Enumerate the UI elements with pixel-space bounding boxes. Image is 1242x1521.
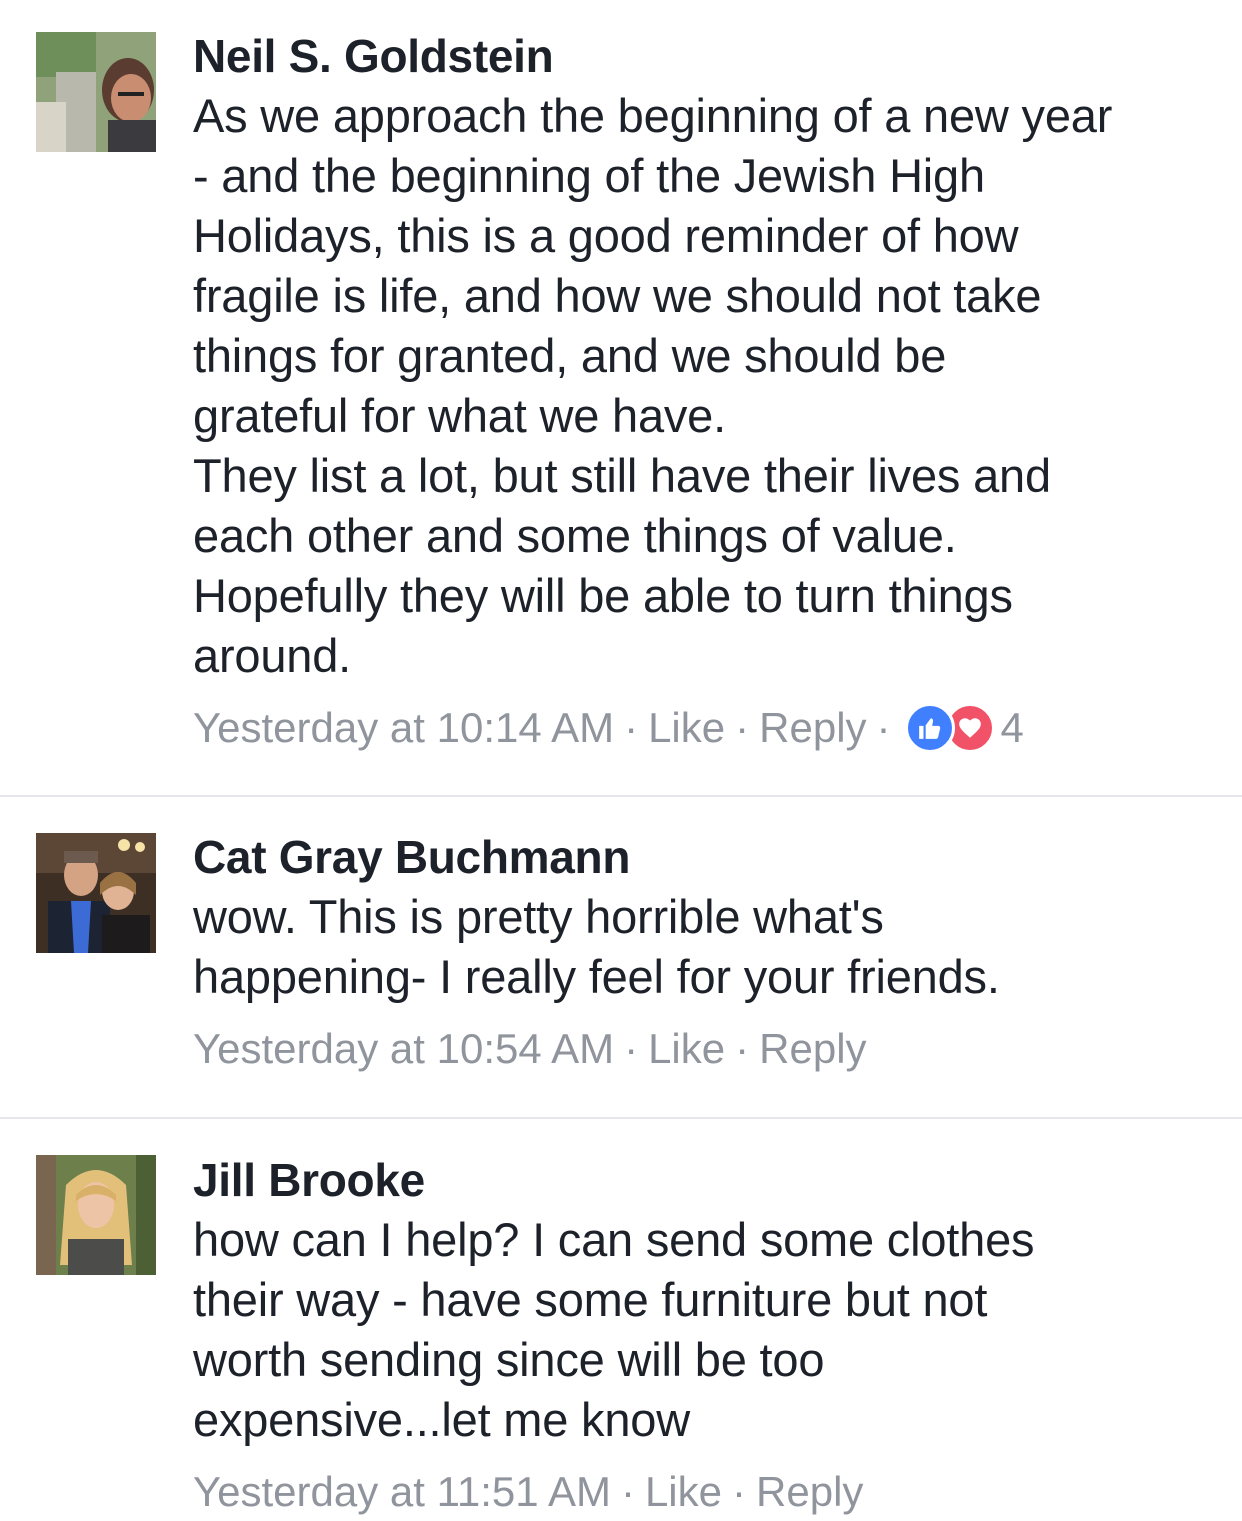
like-link[interactable]: Like bbox=[648, 700, 725, 756]
separator: · bbox=[624, 1025, 639, 1072]
avatar[interactable] bbox=[36, 32, 156, 152]
like-link[interactable]: Like bbox=[648, 1021, 725, 1077]
divider bbox=[0, 1117, 1242, 1119]
separator: · bbox=[620, 1468, 635, 1515]
avatar[interactable] bbox=[36, 833, 156, 953]
comment-text-line: happening- I really feel for your friend… bbox=[193, 950, 1000, 1003]
timestamp[interactable]: Yesterday at 10:54 AM bbox=[193, 1021, 614, 1077]
reaction-count: 4 bbox=[1000, 704, 1024, 751]
comment-text: wow. This is pretty horrible what's happ… bbox=[193, 887, 1223, 1007]
separator: · bbox=[735, 1025, 750, 1072]
comment-author[interactable]: Jill Brooke bbox=[193, 1150, 1223, 1210]
comment-text-line: their way - have some furniture but not bbox=[193, 1273, 988, 1326]
separator: · bbox=[735, 704, 750, 751]
comment-author[interactable]: Cat Gray Buchmann bbox=[193, 827, 1223, 887]
comment-text-line: As we approach the beginning of a new ye… bbox=[193, 89, 1113, 142]
comment-meta: Yesterday at 11:51 AM · Like · Reply bbox=[193, 1464, 1223, 1520]
separator: · bbox=[624, 704, 639, 751]
comment-text-line: wow. This is pretty horrible what's bbox=[193, 890, 884, 943]
comment-text: As we approach the beginning of a new ye… bbox=[193, 86, 1223, 686]
timestamp[interactable]: Yesterday at 10:14 AM bbox=[193, 700, 614, 756]
comment-text-line: expensive...let me know bbox=[193, 1393, 690, 1446]
comment-author[interactable]: Neil S. Goldstein bbox=[193, 26, 1223, 86]
divider bbox=[0, 795, 1242, 797]
comment-text-line: around. bbox=[193, 629, 352, 682]
comment-text-line: - and the beginning of the Jewish High bbox=[193, 149, 985, 202]
reply-link[interactable]: Reply bbox=[756, 1464, 863, 1520]
reply-link[interactable]: Reply bbox=[759, 1021, 866, 1077]
comment-text-line: Holidays, this is a good reminder of how bbox=[193, 209, 1019, 262]
comment-text: how can I help? I can send some clothes … bbox=[193, 1210, 1223, 1450]
comment-text-line: things for granted, and we should be bbox=[193, 329, 947, 382]
timestamp[interactable]: Yesterday at 11:51 AM bbox=[193, 1464, 611, 1520]
comment-text-line: Hopefully they will be able to turn thin… bbox=[193, 569, 1013, 622]
reactions-summary[interactable]: 4 bbox=[904, 700, 1024, 756]
avatar[interactable] bbox=[36, 1155, 156, 1275]
thumbs-up-icon bbox=[904, 703, 955, 753]
separator: · bbox=[732, 1468, 747, 1515]
comment-meta: Yesterday at 10:54 AM · Like · Reply bbox=[193, 1021, 1223, 1077]
comment-text-line: each other and some things of value. bbox=[193, 509, 957, 562]
comment-text-line: worth sending since will be too bbox=[193, 1333, 825, 1386]
comment-meta: Yesterday at 10:14 AM · Like · Reply · 4 bbox=[193, 700, 1223, 756]
comment-text-line: They list a lot, but still have their li… bbox=[193, 449, 1051, 502]
comment-text-line: fragile is life, and how we should not t… bbox=[193, 269, 1042, 322]
like-link[interactable]: Like bbox=[645, 1464, 722, 1520]
reply-link[interactable]: Reply bbox=[759, 700, 866, 756]
comment-text-line: how can I help? I can send some clothes bbox=[193, 1213, 1035, 1266]
comment-text-line: grateful for what we have. bbox=[193, 389, 726, 442]
separator: · bbox=[876, 704, 891, 751]
